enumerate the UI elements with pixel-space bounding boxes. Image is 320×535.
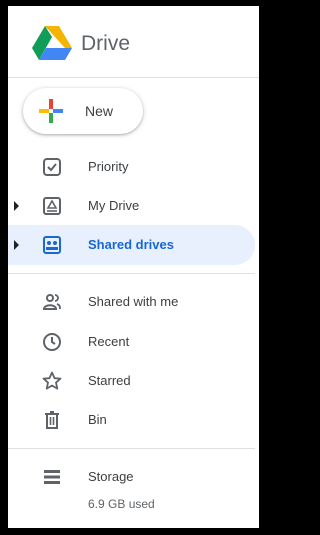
sidebar-item-priority[interactable]: Priority [8,147,255,187]
shared-drives-icon [43,236,61,254]
sidebar-item-bin[interactable]: Bin [8,400,255,440]
sidebar-panel: Drive New Priority My Drive Shared drive… [8,6,259,528]
sidebar-item-label: Shared with me [88,294,179,309]
new-button-label: New [85,103,114,119]
sidebar-item-shared-drives[interactable]: Shared drives [8,225,255,265]
expand-caret-icon[interactable] [14,201,19,211]
sidebar-item-label: Shared drives [88,237,174,252]
sidebar-item-label: Recent [88,334,130,349]
storage-used-text: 6.9 GB used [88,497,155,511]
app-header: Drive [8,6,259,78]
star-icon [42,371,62,390]
sidebar-item-label: Priority [88,159,129,174]
divider [8,273,255,274]
people-icon [42,294,61,310]
sidebar-item-label: My Drive [88,198,140,213]
my-drive-icon [43,197,61,215]
plus-icon [39,99,63,123]
priority-checkbox-icon [43,158,61,176]
sidebar-item-label: Bin [88,412,107,427]
sidebar-item-storage[interactable]: Storage [8,457,255,497]
sidebar-item-shared-with-me[interactable]: Shared with me [8,282,255,322]
sidebar-item-my-drive[interactable]: My Drive [8,186,255,226]
trash-icon [45,411,59,429]
sidebar-item-label: Storage [88,469,134,484]
clock-icon [43,333,61,351]
sidebar-item-starred[interactable]: Starred [8,361,255,401]
divider [8,448,255,449]
storage-icon [44,470,60,484]
sidebar-item-label: Starred [88,373,131,388]
expand-caret-icon[interactable] [14,240,19,250]
app-title: Drive [81,32,131,55]
new-button[interactable]: New [23,88,143,134]
google-drive-logo-icon[interactable] [32,26,72,60]
sidebar-item-recent[interactable]: Recent [8,322,255,362]
